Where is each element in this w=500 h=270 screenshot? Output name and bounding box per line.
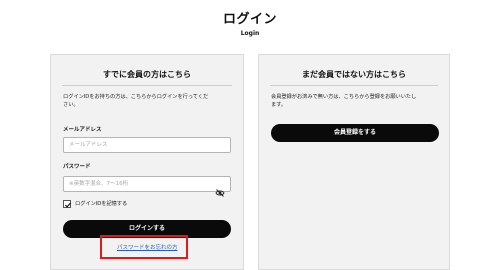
- eye-slash-icon[interactable]: [215, 183, 225, 197]
- page-subtitle: Login: [240, 30, 260, 37]
- register-button[interactable]: 会員登録をする: [271, 124, 439, 142]
- guest-register-description: 会員登録がお済みで無い方は、こちらから登録をお願いいたし ます。: [271, 94, 417, 108]
- highlight-box: [100, 235, 188, 259]
- email-field[interactable]: [63, 137, 231, 153]
- divider: [62, 85, 232, 86]
- remember-login-checkbox[interactable]: [63, 200, 72, 208]
- email-label: メールアドレス: [63, 127, 102, 133]
- password-field[interactable]: [63, 176, 231, 192]
- guest-register-panel: まだ会員ではない方はこちら 会員登録がお済みで無い方は、こちらから登録をお願いい…: [258, 54, 450, 270]
- remember-login-label: ログインIDを記憶する: [75, 201, 128, 207]
- member-login-description: ログインIDをお持ちの方は、こちらからログインを行ってくだ さい。: [63, 94, 209, 108]
- divider: [270, 85, 438, 86]
- password-label: パスワード: [63, 164, 91, 170]
- guest-register-heading: まだ会員ではない方はこちら: [302, 70, 406, 79]
- page-title: ログイン: [222, 12, 277, 27]
- member-login-heading: すでに会員の方はこちら: [102, 70, 192, 79]
